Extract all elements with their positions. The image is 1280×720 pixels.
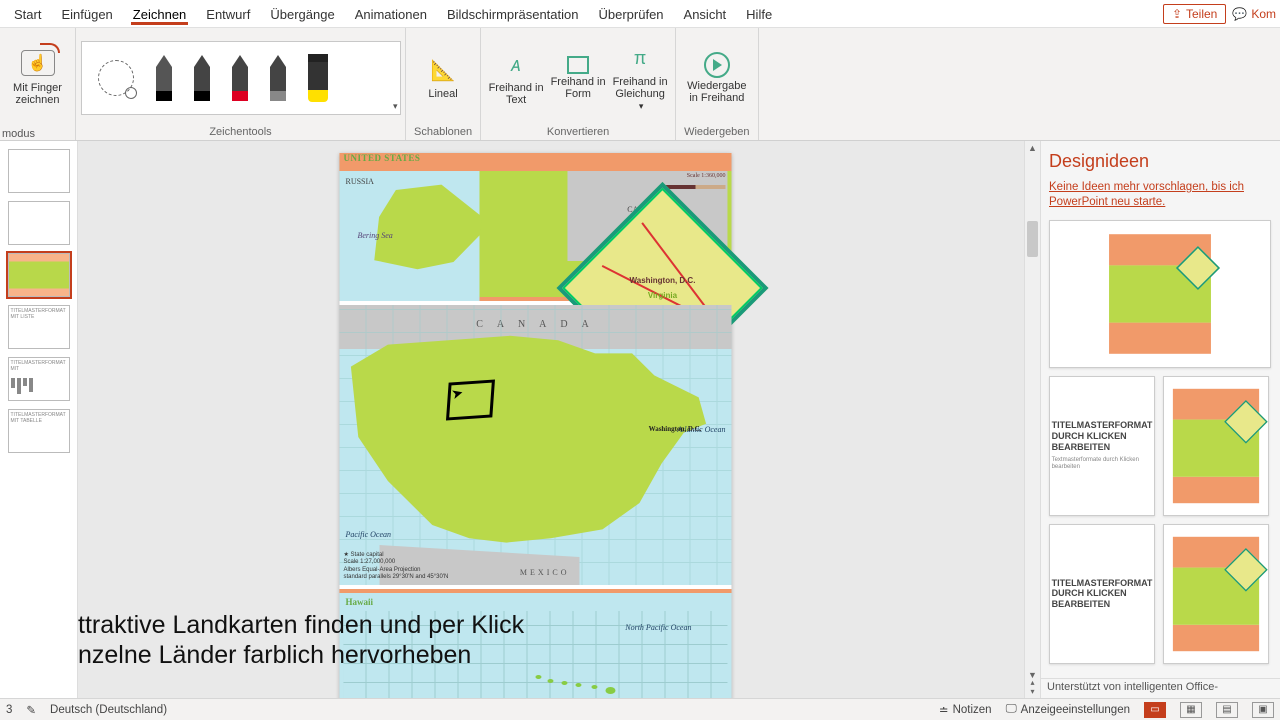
label-pacific: Pacific Ocean <box>345 530 391 539</box>
label-russia: RUSSIA <box>345 177 373 186</box>
display-settings-button[interactable]: 🖵 Anzeigeeinstellungen <box>1006 703 1130 716</box>
wiedergeben-label: Wiedergeben <box>682 124 751 138</box>
map-title: UNITED STATES <box>343 154 420 163</box>
map-conus-panel: C A N A D A MEXICO Atlantic Ocean Pacifi… <box>339 305 731 585</box>
pen-gallery[interactable]: ▾ <box>81 41 401 115</box>
stop-suggesting-link[interactable]: Keine Ideen mehr vorschlagen, bis ich Po… <box>1049 180 1272 210</box>
map-legend: ★ State capital Scale 1:27,000,000 Alber… <box>343 552 448 581</box>
slide-thumbnail-panel: TITELMASTERFORMAT MIT LISTE TITELMASTERF… <box>0 141 78 698</box>
design-ideas-footer: Unterstützt von intelligenten Office- <box>1041 678 1280 698</box>
tab-zeichnen[interactable]: Zeichnen <box>123 3 196 24</box>
chevron-down-icon: ▾ <box>639 102 644 112</box>
ink-replay-button[interactable]: Wiedergabe in Freihand <box>688 52 746 104</box>
view-slideshow-button[interactable]: ▣ <box>1252 702 1274 718</box>
group-zeichentools: ▾ Zeichentools <box>76 28 406 140</box>
tab-einfuegen[interactable]: Einfügen <box>51 3 122 24</box>
ruler-button[interactable]: Lineal <box>414 56 472 100</box>
comments-button[interactable]: 💬Kom <box>1232 7 1276 21</box>
share-button[interactable]: ⇪Teilen <box>1163 4 1226 24</box>
status-bar: 3 ✎ Deutsch (Deutschland) ≐ Notizen 🖵 An… <box>0 698 1280 720</box>
comment-icon: 💬 <box>1232 7 1247 21</box>
view-sorter-button[interactable]: ▦ <box>1180 702 1202 718</box>
label-hawaii: Hawaii <box>345 597 373 607</box>
konvertieren-label: Konvertieren <box>545 124 611 138</box>
spellcheck-icon[interactable]: ✎ <box>26 703 36 717</box>
slide-thumb-5[interactable]: TITELMASTERFORMAT MIT <box>8 357 70 401</box>
design-idea-4[interactable]: TITELMASTERFORMAT DURCH KLICKEN BEARBEIT… <box>1049 524 1155 664</box>
pen-gray[interactable] <box>270 55 286 101</box>
ink-to-text-button[interactable]: Freihand in Text <box>487 50 545 106</box>
finger-draw-icon[interactable] <box>21 50 55 76</box>
gallery-more-icon[interactable]: ▾ <box>393 101 398 112</box>
pen-red[interactable] <box>232 55 248 101</box>
group-touchmode: Mit Finger zeichnen . <box>0 28 76 140</box>
design-idea-5[interactable] <box>1163 524 1269 664</box>
ink-to-math-button[interactable]: Freihand in Gleichung▾ <box>611 44 669 112</box>
share-icon: ⇪ <box>1172 7 1182 21</box>
label-bering: Bering Sea <box>357 231 392 240</box>
finger-draw-label: Mit Finger zeichnen <box>6 82 69 106</box>
scroll-thumb[interactable] <box>1027 221 1038 257</box>
tab-bildschirmpraesentation[interactable]: Bildschirmpräsentation <box>437 3 589 24</box>
slide-thumb-4[interactable]: TITELMASTERFORMAT MIT LISTE <box>8 305 70 349</box>
ink-to-math-icon <box>625 44 655 74</box>
tab-start[interactable]: Start <box>4 3 51 24</box>
ribbon-tabs: Start Einfügen Zeichnen Entwurf Übergäng… <box>0 0 1280 28</box>
scale-bar <box>665 185 725 189</box>
ribbon: Mit Finger zeichnen . ▾ Zeichentools Lin… <box>0 28 1280 141</box>
design-idea-3[interactable] <box>1163 376 1269 516</box>
lasso-icon[interactable] <box>98 60 134 96</box>
label-dc-2: Washington, D.C. <box>649 425 702 433</box>
slide-canvas: UNITED STATES RUSSIA CANADA Bering Sea S… <box>78 141 1040 698</box>
design-ideas-title: Designideen <box>1049 151 1272 172</box>
schablonen-label: Schablonen <box>412 124 474 138</box>
slide-thumb-3[interactable] <box>8 253 70 297</box>
status-slide-count: 3 <box>6 704 12 716</box>
slide-thumb-6[interactable]: TITELMASTERFORMAT MIT TABELLE <box>8 409 70 453</box>
design-ideas-pane: Designideen Keine Ideen mehr vorschlagen… <box>1040 141 1280 698</box>
zeichentools-label: Zeichentools <box>207 124 273 138</box>
view-reading-button[interactable]: ▤ <box>1216 702 1238 718</box>
ink-to-text-icon <box>501 50 531 80</box>
eraser-icon[interactable] <box>156 55 172 101</box>
label-washington-dc: Washington, D.C. <box>630 276 696 285</box>
pen-black[interactable] <box>194 55 210 101</box>
design-idea-2[interactable]: TITELMASTERFORMAT DURCH KLICKEN BEARBEIT… <box>1049 376 1155 516</box>
view-normal-button[interactable]: ▭ <box>1144 702 1166 718</box>
tab-animationen[interactable]: Animationen <box>345 3 437 24</box>
ink-to-shape-button[interactable]: Freihand in Form <box>549 56 607 100</box>
video-caption-overlay: ttraktive Landkarten finden und per Klic… <box>78 611 638 670</box>
play-icon <box>704 52 730 78</box>
design-idea-1[interactable] <box>1049 220 1271 368</box>
tab-ueberpruefen[interactable]: Überprüfen <box>588 3 673 24</box>
group-konvertieren: Freihand in Text Freihand in Form Freiha… <box>481 28 676 140</box>
tab-ansicht[interactable]: Ansicht <box>674 3 737 24</box>
scroll-up-icon[interactable]: ▲ <box>1025 143 1040 153</box>
ruler-icon <box>428 56 458 86</box>
tab-hilfe[interactable]: Hilfe <box>736 3 782 24</box>
scale-top: Scale 1:360,000 <box>687 173 726 179</box>
ink-to-shape-icon <box>567 56 589 74</box>
highlighter-yellow[interactable] <box>308 54 328 102</box>
slide-thumb-1[interactable] <box>8 149 70 193</box>
group-schablonen: Lineal Schablonen <box>406 28 481 140</box>
status-language[interactable]: Deutsch (Deutschland) <box>50 704 167 716</box>
label-virginia: Virginia <box>648 291 677 300</box>
group-wiedergeben: Wiedergabe in Freihand Wiedergeben <box>676 28 758 140</box>
label-mexico: MEXICO <box>520 568 570 577</box>
vertical-scrollbar[interactable]: ▲ ▼ ▴▾ <box>1024 141 1040 698</box>
slide-thumb-2[interactable] <box>8 201 70 245</box>
scroll-page-icons[interactable]: ▴▾ <box>1025 678 1040 696</box>
touchmode-group-label: modus <box>0 128 35 140</box>
tab-entwurf[interactable]: Entwurf <box>196 3 260 24</box>
tab-uebergaenge[interactable]: Übergänge <box>260 3 344 24</box>
notes-button[interactable]: ≐ Notizen <box>939 703 992 717</box>
